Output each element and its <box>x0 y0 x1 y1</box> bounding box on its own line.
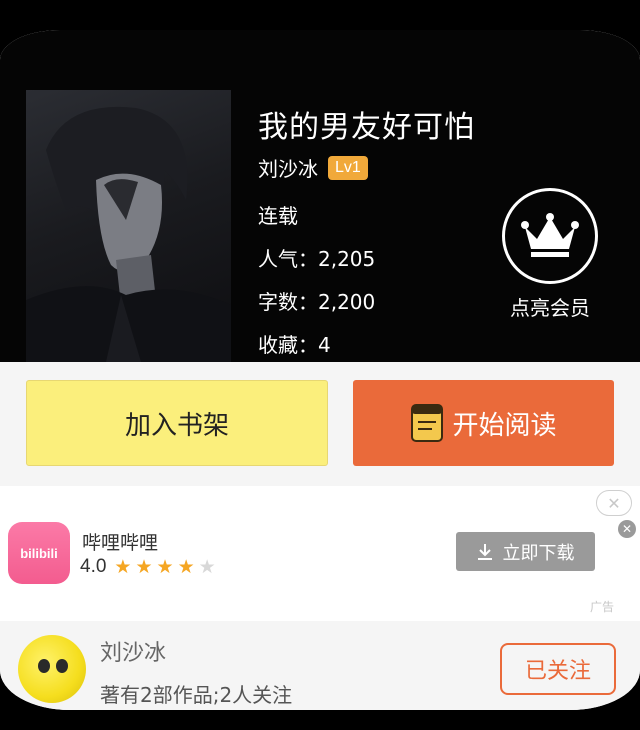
app-icon[interactable]: bilibili <box>8 522 70 584</box>
avatar-eye <box>38 659 50 673</box>
start-reading-button[interactable]: 开始阅读 <box>353 380 614 466</box>
add-to-shelf-label: 加入书架 <box>124 410 229 441</box>
rating-score: 4.0 <box>80 556 107 577</box>
download-label: 立即下载 <box>502 542 575 564</box>
author-name[interactable]: 刘沙冰 <box>258 153 318 182</box>
author-strip-name[interactable]: 刘沙冰 <box>100 635 166 667</box>
action-bar: 加入书架 开始阅读 <box>0 362 640 486</box>
follow-button[interactable]: 已关注 <box>500 643 616 695</box>
close-icon[interactable]: ✕ <box>618 520 636 538</box>
crown-icon <box>521 213 579 257</box>
download-icon <box>477 543 492 560</box>
avatar-eye <box>56 659 68 673</box>
author-strip[interactable]: 刘沙冰 著有2部作品;2人关注 已关注 <box>0 621 640 710</box>
follow-label: 已关注 <box>524 659 591 684</box>
screen-frame: 我的男友好可怕 刘沙冰 Lv1 连载 人气：2,205 字数：2,200 收藏：… <box>0 30 640 710</box>
star-icon: ★ <box>135 556 153 578</box>
level-badge: Lv1 <box>328 155 368 180</box>
vip-button[interactable]: 点亮会员 <box>500 188 600 321</box>
vip-circle[interactable] <box>502 188 598 284</box>
author-row[interactable]: 刘沙冰 Lv1 <box>258 153 368 182</box>
ad-banner[interactable]: ✕ ✕ bilibili 哔哩哔哩 4.0 ★ ★ ★ ★ ★ 立即下载 广告 <box>0 486 640 621</box>
avatar[interactable] <box>18 635 86 703</box>
status-text: 连载 <box>258 204 298 228</box>
star-icon: ★ <box>156 556 174 578</box>
book-title: 我的男友好可怕 <box>258 110 475 145</box>
vip-label: 点亮会员 <box>510 296 590 320</box>
app-icon-text: bilibili <box>20 545 58 561</box>
close-icon[interactable]: ✕ <box>596 490 632 516</box>
author-strip-subtitle: 著有2部作品;2人关注 <box>100 683 293 707</box>
book-header: 我的男友好可怕 刘沙冰 Lv1 连载 人气：2,205 字数：2,200 收藏：… <box>0 30 640 362</box>
book-cover[interactable] <box>26 90 231 362</box>
star-icon: ★ <box>177 556 195 578</box>
download-button[interactable]: 立即下载 <box>456 532 595 571</box>
popularity-text: 人气：2,205 <box>258 247 376 271</box>
add-to-shelf-button[interactable]: 加入书架 <box>26 380 328 466</box>
cover-art <box>26 106 231 362</box>
app-name: 哔哩哔哩 <box>82 532 159 554</box>
word-count-text: 字数：2,200 <box>258 290 376 314</box>
start-reading-label: 开始阅读 <box>452 410 557 441</box>
favorites-text: 收藏：4 <box>258 333 331 357</box>
book-icon <box>411 404 444 442</box>
app-rating: 4.0 ★ ★ ★ ★ ★ <box>80 556 216 578</box>
star-empty-icon: ★ <box>198 556 216 578</box>
ad-tag: 广告 <box>590 600 615 614</box>
star-icon: ★ <box>114 556 132 578</box>
